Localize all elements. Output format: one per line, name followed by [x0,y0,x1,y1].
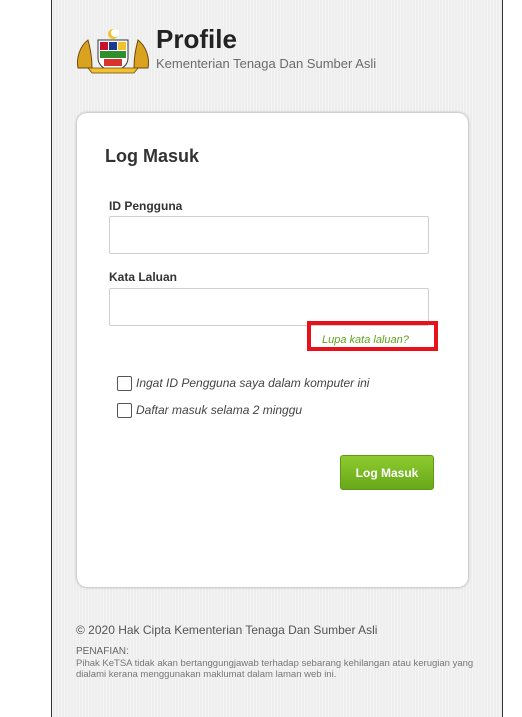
coat-of-arms-icon [77,29,149,74]
login-card-title: Log Masuk [105,146,200,166]
page-title: Profile [156,24,237,54]
ministry-name: Kementerian Tenaga Dan Sumber Asli [156,56,377,71]
stay-signed-in-label: Daftar masuk selama 2 minggu [136,403,303,417]
stay-signed-in-checkbox[interactable] [117,403,132,418]
disclaimer-text: Pihak KeTSA tidak akan bertanggungjawab … [76,658,474,680]
login-card: Log Masuk ID Pengguna Kata Laluan Lupa k… [77,113,468,587]
remember-id-checkbox[interactable] [117,376,132,391]
username-label: ID Pengguna [109,199,183,213]
remember-id-label: Ingat ID Pengguna saya dalam komputer in… [136,376,370,390]
forgot-password-link[interactable]: Lupa kata laluan? [322,334,409,346]
username-input[interactable] [109,216,429,254]
disclaimer-title: PENAFIAN: [76,646,129,657]
login-button[interactable]: Log Masuk [340,455,434,490]
password-label: Kata Laluan [109,270,178,284]
copyright-text: © 2020 Hak Cipta Kementerian Tenaga Dan … [76,623,378,637]
